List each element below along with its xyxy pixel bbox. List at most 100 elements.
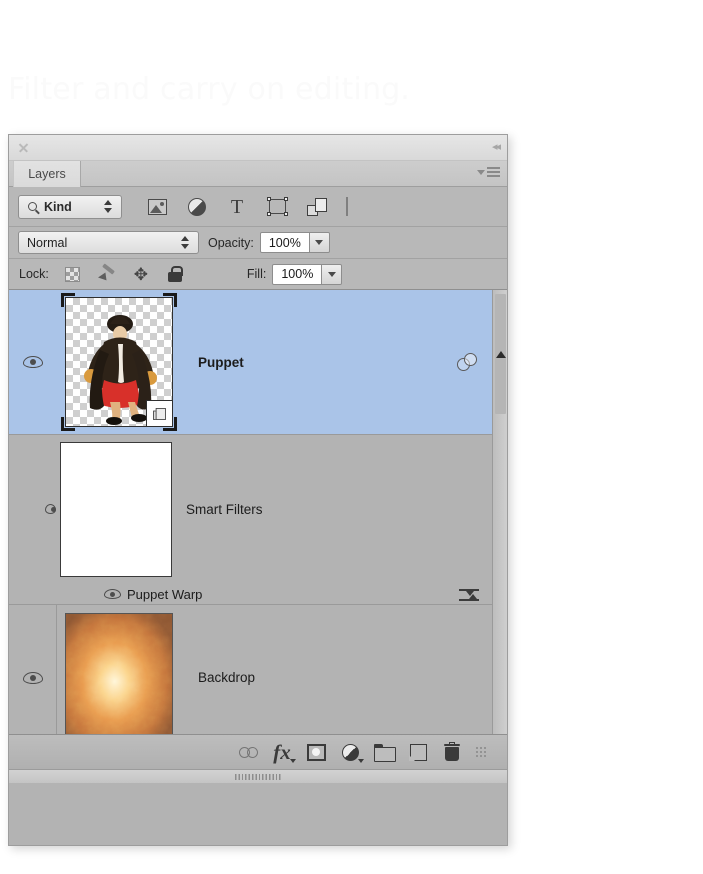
lock-icon bbox=[167, 266, 183, 282]
lock-bar: Lock: ✥ Fill: 100% bbox=[9, 259, 507, 290]
fill-dropdown-icon[interactable] bbox=[321, 264, 342, 284]
smart-filter-mask-thumbnail[interactable] bbox=[60, 441, 172, 577]
filter-pixel-layers[interactable] bbox=[144, 194, 170, 220]
trash-icon bbox=[444, 742, 460, 761]
layer-thumbnail bbox=[65, 297, 173, 427]
eye-icon bbox=[45, 504, 56, 514]
new-layer-button[interactable] bbox=[401, 737, 435, 767]
blend-mode-bar: Normal Opacity: 100% bbox=[9, 227, 507, 259]
opacity-field[interactable]: 100% bbox=[259, 232, 330, 253]
layer-visibility-toggle[interactable] bbox=[9, 356, 56, 368]
hamburger-icon bbox=[487, 167, 500, 178]
grip-handle-icon[interactable] bbox=[235, 773, 281, 780]
pixel-layer-icon bbox=[147, 198, 167, 215]
blending-options-icon[interactable] bbox=[457, 353, 477, 371]
smart-filters-visibility-toggle[interactable] bbox=[9, 504, 56, 514]
fill-value: 100% bbox=[273, 264, 322, 284]
layer-thumbnail-cell[interactable] bbox=[61, 293, 177, 431]
eye-icon bbox=[22, 671, 43, 684]
collapse-to-icons-icon[interactable]: ◂◂ bbox=[492, 141, 501, 153]
layer-thumbnail bbox=[65, 612, 173, 734]
layer-filter-bar: Kind T bbox=[9, 187, 507, 227]
folder-icon bbox=[374, 744, 396, 762]
filter-adjustment-layers[interactable] bbox=[184, 194, 210, 220]
smart-object-icon bbox=[153, 407, 166, 420]
panel-titlebar: ◂◂ bbox=[9, 135, 507, 161]
smart-filters-label: Smart Filters bbox=[186, 501, 263, 517]
tab-layers[interactable]: Layers bbox=[13, 161, 81, 187]
opacity-label: Opacity: bbox=[208, 235, 254, 250]
adjustment-half-circle-icon bbox=[341, 743, 359, 761]
type-layer-icon: T bbox=[230, 195, 244, 218]
layers-list: Puppet Smart Filters Puppet Warp Backdro… bbox=[9, 290, 507, 734]
new-layer-icon bbox=[408, 743, 427, 762]
layer-name: Backdrop bbox=[198, 670, 256, 685]
link-icon bbox=[238, 746, 258, 758]
fill-field[interactable]: 100% bbox=[272, 263, 343, 285]
panel-tab-row: Layers bbox=[9, 161, 507, 187]
eye-icon bbox=[104, 589, 121, 599]
panel-footer bbox=[9, 769, 507, 783]
table-row[interactable]: Backdrop bbox=[9, 605, 507, 734]
layer-visibility-toggle[interactable] bbox=[9, 671, 56, 684]
layers-scrollbar[interactable] bbox=[492, 290, 507, 734]
scroll-up-arrow-icon bbox=[495, 350, 506, 358]
smart-filters-block: Smart Filters Puppet Warp bbox=[9, 435, 507, 605]
blend-mode-value: Normal bbox=[27, 235, 68, 250]
grip-dots-icon bbox=[474, 745, 488, 759]
layer-style-button[interactable]: fx bbox=[265, 737, 299, 767]
stepper-icon[interactable] bbox=[181, 236, 189, 249]
background-caption: Filter and carry on editing. bbox=[8, 72, 411, 107]
link-layers-button[interactable] bbox=[231, 737, 265, 767]
mask-icon bbox=[306, 743, 326, 761]
move-arrows-icon: ✥ bbox=[133, 264, 149, 284]
adjustment-layer-icon bbox=[188, 197, 206, 216]
fill-label: Fill: bbox=[246, 267, 267, 281]
layers-bottom-toolbar: fx bbox=[9, 734, 507, 769]
panel-menu-icon[interactable] bbox=[477, 167, 500, 178]
lock-label: Lock: bbox=[19, 267, 49, 281]
scrollbar-thumb[interactable] bbox=[495, 294, 506, 414]
smart-filters-row[interactable]: Smart Filters bbox=[9, 435, 507, 583]
close-icon[interactable] bbox=[18, 142, 29, 153]
smart-filter-entry-row[interactable]: Puppet Warp bbox=[9, 583, 507, 605]
stepper-icon[interactable] bbox=[104, 199, 112, 213]
filter-kind-select[interactable]: Kind bbox=[18, 194, 122, 219]
filter-blending-options-icon[interactable] bbox=[459, 586, 479, 602]
new-group-button[interactable] bbox=[367, 737, 401, 767]
smart-filter-entry-visibility-toggle[interactable] bbox=[9, 589, 127, 599]
lock-all[interactable] bbox=[165, 264, 185, 284]
filter-kind-label: Kind bbox=[44, 199, 72, 214]
chevron-down-icon bbox=[290, 759, 296, 763]
layer-name: Puppet bbox=[198, 354, 244, 370]
blend-mode-select[interactable]: Normal bbox=[18, 231, 199, 254]
filter-type-layers[interactable]: T bbox=[224, 194, 250, 220]
tab-layers-label: Layers bbox=[28, 167, 66, 181]
smart-filter-entry-label: Puppet Warp bbox=[127, 586, 203, 602]
screen: Filter and carry on editing. ◂◂ Layers K… bbox=[0, 0, 703, 874]
orange-clouds-thumbnail bbox=[66, 613, 172, 734]
lock-transparent-pixels[interactable] bbox=[63, 264, 83, 284]
panel-resize-grip[interactable] bbox=[469, 737, 493, 767]
lock-image-pixels[interactable] bbox=[97, 264, 117, 284]
lock-position[interactable]: ✥ bbox=[131, 264, 151, 284]
filter-enable-toggle[interactable] bbox=[346, 196, 348, 216]
chevron-down-icon bbox=[477, 169, 485, 175]
new-adjustment-layer-button[interactable] bbox=[333, 737, 367, 767]
layer-thumbnail-cell[interactable] bbox=[65, 612, 173, 734]
filter-smart-objects[interactable] bbox=[304, 194, 330, 220]
fx-icon: fx bbox=[273, 740, 291, 764]
eye-icon bbox=[22, 356, 43, 368]
chevron-down-icon bbox=[358, 759, 364, 763]
filter-shape-layers[interactable] bbox=[264, 194, 290, 220]
delete-layer-button[interactable] bbox=[435, 737, 469, 767]
add-layer-mask-button[interactable] bbox=[299, 737, 333, 767]
smart-object-badge bbox=[146, 400, 172, 426]
toggle-switch-icon bbox=[346, 196, 348, 216]
checkerboard-icon bbox=[65, 266, 81, 282]
table-row[interactable]: Puppet bbox=[9, 290, 507, 435]
opacity-dropdown-icon[interactable] bbox=[308, 233, 329, 252]
magnifier-icon bbox=[28, 202, 37, 211]
layers-panel: ◂◂ Layers Kind T Normal Opacity: 100% Lo… bbox=[8, 134, 508, 846]
shape-layer-icon bbox=[266, 197, 288, 216]
